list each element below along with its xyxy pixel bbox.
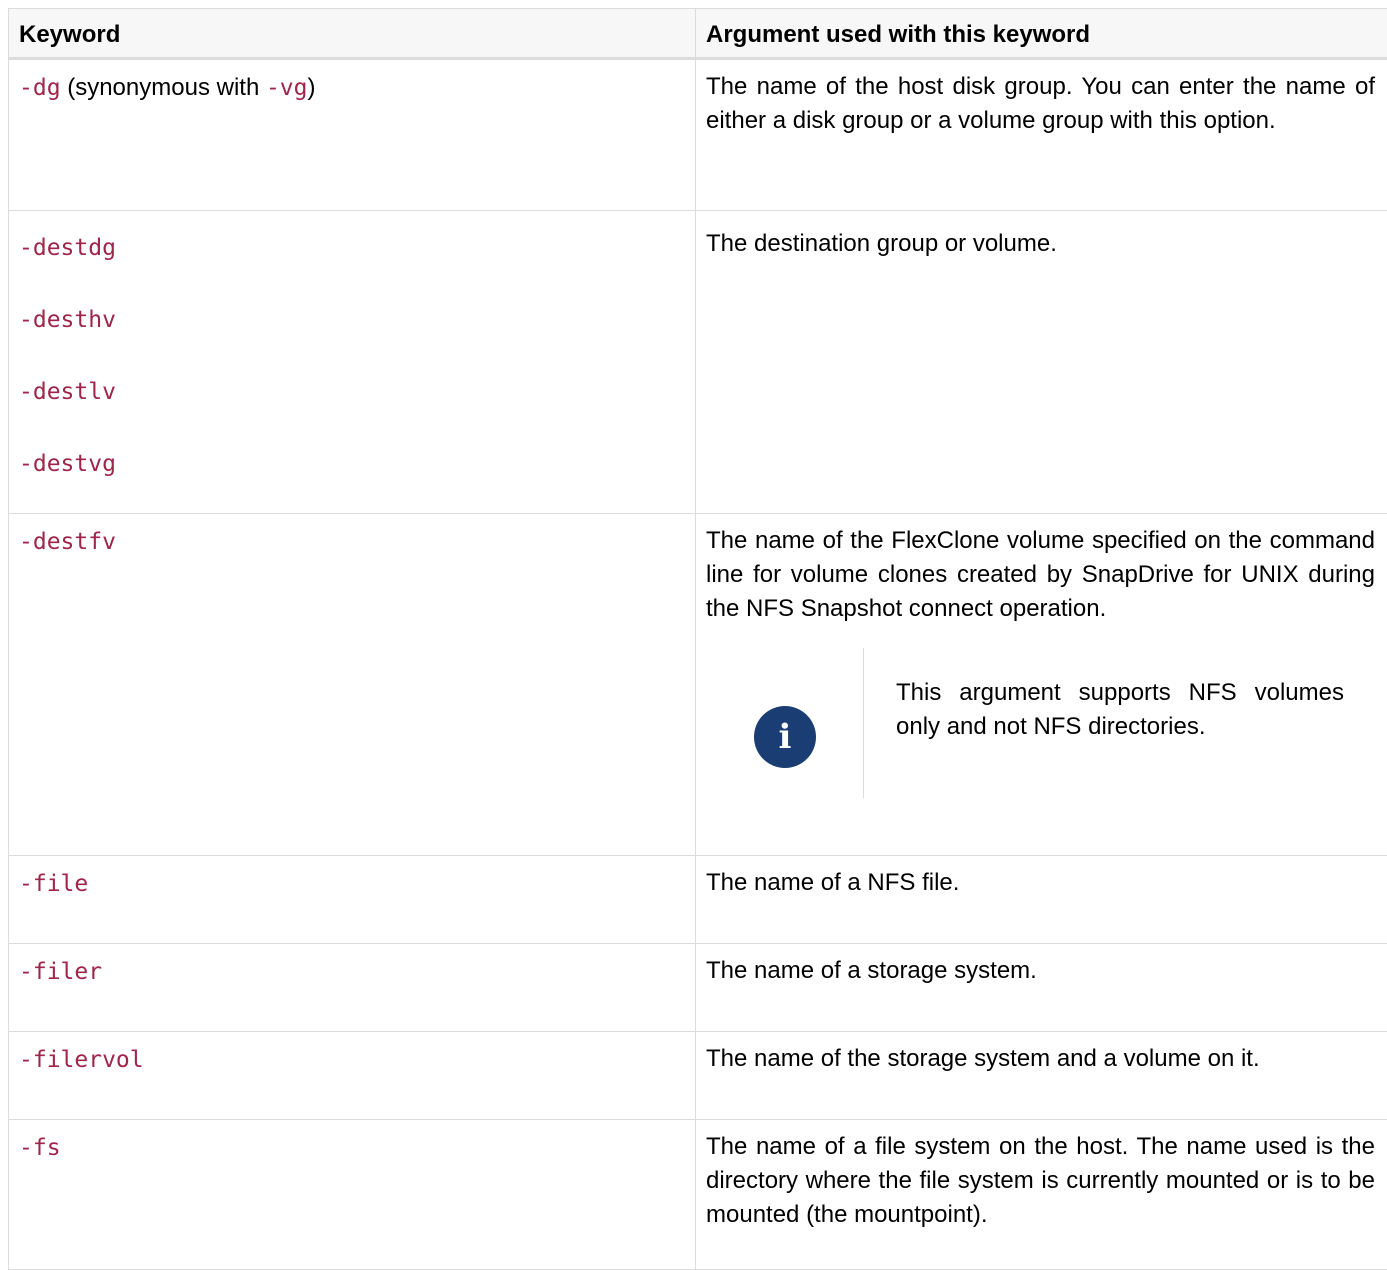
- header-argument: Argument used with this keyword: [696, 9, 1387, 59]
- keyword-text: (synonymous with: [61, 74, 266, 101]
- keyword-cell: -file: [9, 856, 696, 944]
- keyword-code: -dg: [19, 75, 61, 101]
- argument-text: The name of the FlexClone volume specifi…: [706, 524, 1375, 626]
- note-text: This argument supports NFS volumes only …: [896, 676, 1344, 744]
- keyword-text-suffix: ): [308, 74, 316, 101]
- keyword-code: -desthv: [19, 305, 695, 377]
- argument-cell: The name of a file system on the host. T…: [696, 1120, 1387, 1270]
- keyword-code: -file: [19, 871, 88, 897]
- note-divider: [863, 648, 864, 798]
- keyword-cell: -destfv: [9, 514, 696, 856]
- keyword-cell: -dg (synonymous with -vg): [9, 59, 696, 211]
- keyword-table: Keyword Argument used with this keyword …: [8, 8, 1387, 1270]
- header-keyword: Keyword: [9, 9, 696, 59]
- table-row: -destfv The name of the FlexClone volume…: [9, 514, 1387, 856]
- keyword-cell: -fs: [9, 1120, 696, 1270]
- keyword-cell: -filervol: [9, 1032, 696, 1120]
- table-row: -filervol The name of the storage system…: [9, 1032, 1387, 1120]
- note-icon-container: i: [706, 648, 866, 798]
- table-row: -destdg -desthv -destlv -destvg The dest…: [9, 211, 1387, 514]
- table-row: -file The name of a NFS file.: [9, 856, 1387, 944]
- argument-cell: The name of the FlexClone volume specifi…: [696, 514, 1387, 856]
- table-row: -filer The name of a storage system.: [9, 944, 1387, 1032]
- info-icon: i: [754, 706, 816, 768]
- keyword-code: -destdg: [19, 233, 695, 305]
- keyword-cell: -destdg -desthv -destlv -destvg: [9, 211, 696, 514]
- argument-cell: The destination group or volume.: [696, 211, 1387, 514]
- admonition-note: i This argument supports NFS volumes onl…: [706, 648, 1375, 798]
- keyword-code: -filer: [19, 959, 102, 985]
- argument-cell: The name of the storage system and a vol…: [696, 1032, 1387, 1120]
- argument-cell: The name of a storage system.: [696, 944, 1387, 1032]
- table-row: -fs The name of a file system on the hos…: [9, 1120, 1387, 1270]
- keyword-cell: -filer: [9, 944, 696, 1032]
- table-header-row: Keyword Argument used with this keyword: [9, 9, 1387, 59]
- keyword-code: -destvg: [19, 449, 695, 479]
- argument-cell: The name of the host disk group. You can…: [696, 59, 1387, 211]
- table-row: -dg (synonymous with -vg) The name of th…: [9, 59, 1387, 211]
- keyword-code: -filervol: [19, 1047, 144, 1073]
- keyword-code-alt: -vg: [266, 75, 308, 101]
- keyword-code: -destfv: [19, 529, 116, 555]
- keyword-code: -fs: [19, 1135, 61, 1161]
- argument-cell: The name of a NFS file.: [696, 856, 1387, 944]
- keyword-code: -destlv: [19, 377, 695, 449]
